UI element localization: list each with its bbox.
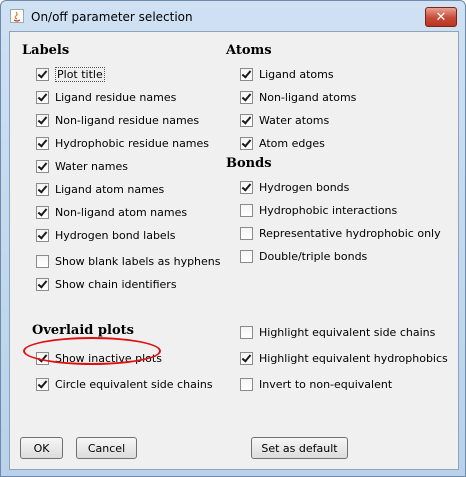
checkbox-box[interactable] bbox=[240, 249, 253, 263]
checkbox-label: Hydrophobic residue names bbox=[55, 136, 210, 150]
annotation-ellipse bbox=[23, 337, 161, 365]
overlaid-plots-section-title: Overlaid plots bbox=[32, 323, 134, 338]
checkbox-hydrophobic-interactions[interactable]: Hydrophobic interactions bbox=[240, 202, 397, 218]
checkbox-ligand-residue-names[interactable]: Ligand residue names bbox=[36, 89, 176, 105]
checkbox-box[interactable] bbox=[36, 277, 49, 291]
checkbox-box[interactable] bbox=[36, 159, 49, 173]
title-bar[interactable]: On/off parameter selection ✕ bbox=[1, 1, 465, 31]
checkbox-box[interactable] bbox=[36, 90, 49, 104]
checkbox-non-ligand-atom-names[interactable]: Non-ligand atom names bbox=[36, 204, 187, 220]
checkbox-box[interactable] bbox=[240, 377, 253, 391]
checkbox-box[interactable] bbox=[240, 136, 253, 150]
checkbox-hydrogen-bonds[interactable]: Hydrogen bonds bbox=[240, 179, 349, 195]
checkbox-box[interactable] bbox=[240, 203, 253, 217]
checkbox-label: Highlight equivalent hydrophobics bbox=[259, 351, 448, 365]
window-title: On/off parameter selection bbox=[31, 10, 193, 24]
checkbox-label: Non-ligand atoms bbox=[259, 90, 357, 104]
checkbox-label: Double/triple bonds bbox=[259, 249, 368, 263]
labels-section-title: Labels bbox=[22, 43, 70, 58]
checkbox-representative-hydrophobic[interactable]: Representative hydrophobic only bbox=[240, 225, 441, 241]
java-app-icon bbox=[10, 9, 24, 23]
checkbox-box[interactable] bbox=[36, 228, 49, 242]
checkbox-non-ligand-atoms[interactable]: Non-ligand atoms bbox=[240, 89, 356, 105]
cancel-button[interactable]: Cancel bbox=[76, 437, 137, 459]
checkbox-label: Atom edges bbox=[259, 136, 325, 150]
dialog-content: Labels Plot title Ligand residue names N… bbox=[9, 31, 459, 470]
checkbox-box[interactable] bbox=[240, 67, 253, 81]
checkbox-hydrophobic-residue-names[interactable]: Hydrophobic residue names bbox=[36, 135, 209, 151]
checkbox-label: Show chain identifiers bbox=[55, 277, 177, 291]
checkbox-box[interactable] bbox=[240, 90, 253, 104]
checkbox-atom-edges[interactable]: Atom edges bbox=[240, 135, 325, 151]
checkbox-label: Hydrogen bonds bbox=[259, 180, 350, 194]
checkbox-label: Ligand atom names bbox=[55, 182, 165, 196]
checkbox-label: Ligand atoms bbox=[259, 67, 334, 81]
checkbox-chain-identifiers[interactable]: Show chain identifiers bbox=[36, 276, 177, 292]
checkbox-label: Highlight equivalent side chains bbox=[259, 325, 436, 339]
checkbox-label: Water atoms bbox=[259, 113, 330, 127]
checkbox-plot-title[interactable]: Plot title bbox=[36, 66, 105, 82]
checkbox-box[interactable] bbox=[36, 113, 49, 127]
checkbox-water-names[interactable]: Water names bbox=[36, 158, 128, 174]
checkbox-blank-labels-hyphens[interactable]: Show blank labels as hyphens bbox=[36, 253, 221, 269]
bonds-section-title: Bonds bbox=[226, 156, 272, 171]
checkbox-circle-equivalent-side-chains[interactable]: Circle equivalent side chains bbox=[36, 376, 213, 392]
checkbox-label: Water names bbox=[55, 159, 128, 173]
checkbox-invert-to-non-equivalent[interactable]: Invert to non-equivalent bbox=[240, 376, 392, 392]
checkbox-box[interactable] bbox=[36, 205, 49, 219]
atoms-section-title: Atoms bbox=[226, 43, 272, 58]
checkbox-highlight-equivalent-hydrophobics[interactable]: Highlight equivalent hydrophobics bbox=[240, 350, 448, 366]
checkbox-label: Hydrophobic interactions bbox=[259, 203, 398, 217]
checkbox-label: Non-ligand atom names bbox=[55, 205, 188, 219]
checkbox-highlight-equivalent-side-chains[interactable]: Highlight equivalent side chains bbox=[240, 324, 435, 340]
close-button[interactable]: ✕ bbox=[425, 7, 457, 27]
checkbox-label: Representative hydrophobic only bbox=[259, 226, 441, 240]
checkbox-double-triple-bonds[interactable]: Double/triple bonds bbox=[240, 248, 367, 264]
checkbox-water-atoms[interactable]: Water atoms bbox=[240, 112, 329, 128]
checkbox-label: Invert to non-equivalent bbox=[259, 377, 393, 391]
checkbox-box[interactable] bbox=[36, 377, 49, 391]
checkbox-box[interactable] bbox=[36, 136, 49, 150]
checkbox-box[interactable] bbox=[36, 254, 49, 268]
checkbox-ligand-atom-names[interactable]: Ligand atom names bbox=[36, 181, 164, 197]
checkbox-label: Show blank labels as hyphens bbox=[55, 254, 221, 268]
checkbox-label: Non-ligand residue names bbox=[55, 113, 200, 127]
checkbox-label: Plot title bbox=[55, 66, 105, 82]
checkbox-non-ligand-residue-names[interactable]: Non-ligand residue names bbox=[36, 112, 199, 128]
checkbox-label: Hydrogen bond labels bbox=[55, 228, 176, 242]
checkbox-box[interactable] bbox=[240, 351, 253, 365]
close-icon: ✕ bbox=[435, 9, 447, 25]
checkbox-hydrogen-bond-labels[interactable]: Hydrogen bond labels bbox=[36, 227, 176, 243]
ok-button[interactable]: OK bbox=[20, 437, 63, 459]
checkbox-label: Circle equivalent side chains bbox=[55, 377, 213, 391]
checkbox-box[interactable] bbox=[36, 182, 49, 196]
checkbox-box[interactable] bbox=[240, 180, 253, 194]
checkbox-box[interactable] bbox=[240, 325, 253, 339]
checkbox-label: Ligand residue names bbox=[55, 90, 177, 104]
checkbox-box[interactable] bbox=[240, 226, 253, 240]
checkbox-box[interactable] bbox=[36, 67, 49, 81]
checkbox-box[interactable] bbox=[240, 113, 253, 127]
checkbox-ligand-atoms[interactable]: Ligand atoms bbox=[240, 66, 334, 82]
dialog-window: On/off parameter selection ✕ Labels Plot… bbox=[0, 0, 466, 477]
set-as-default-button[interactable]: Set as default bbox=[251, 437, 348, 459]
